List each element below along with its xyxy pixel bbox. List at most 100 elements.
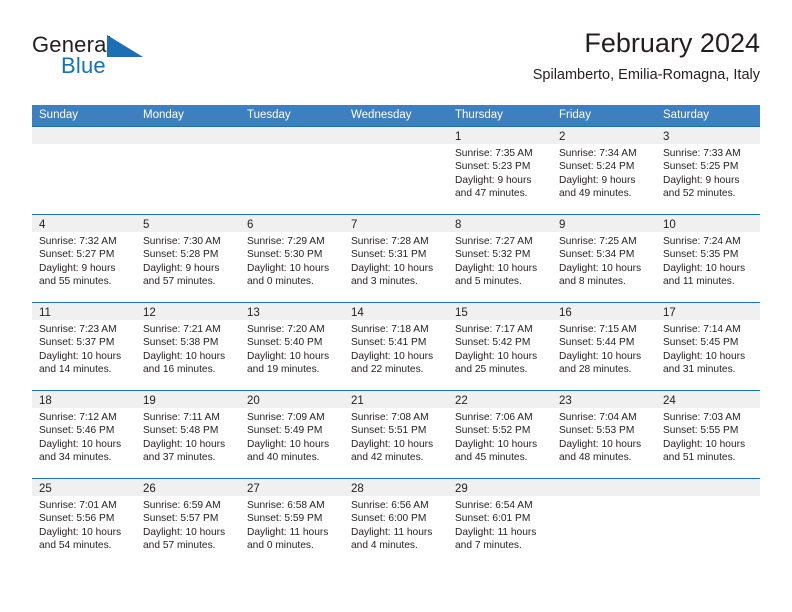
day-number-band: 22 <box>448 391 552 408</box>
day-number-band: 10 <box>656 215 760 232</box>
day-cell[interactable]: 13 Sunrise: 7:20 AM Sunset: 5:40 PM Dayl… <box>240 303 344 390</box>
day-details: Sunrise: 7:32 AM Sunset: 5:27 PM Dayligh… <box>32 232 136 289</box>
sunrise-text: Sunrise: 7:12 AM <box>39 412 117 423</box>
day-details: Sunrise: 6:56 AM Sunset: 6:00 PM Dayligh… <box>344 496 448 553</box>
day-cell[interactable]: 11 Sunrise: 7:23 AM Sunset: 5:37 PM Dayl… <box>32 303 136 390</box>
daylight-text-line2: and 52 minutes. <box>663 188 736 200</box>
day-details: Sunrise: 7:01 AM Sunset: 5:56 PM Dayligh… <box>32 496 136 553</box>
day-cell[interactable]: 1 Sunrise: 7:35 AM Sunset: 5:23 PM Dayli… <box>448 127 552 214</box>
day-number: 17 <box>663 307 676 319</box>
sunset-text: Sunset: 5:59 PM <box>247 513 323 525</box>
day-details: Sunrise: 7:04 AM Sunset: 5:53 PM Dayligh… <box>552 408 656 465</box>
daylight-text-line2: and 54 minutes. <box>39 540 112 552</box>
day-cell[interactable]: 16 Sunrise: 7:15 AM Sunset: 5:44 PM Dayl… <box>552 303 656 390</box>
daylight-text-line2: and 19 minutes. <box>247 364 320 376</box>
daylight-text-line1: Daylight: 10 hours <box>559 262 642 274</box>
daylight-text-line2: and 16 minutes. <box>143 364 216 376</box>
day-cell[interactable]: 19 Sunrise: 7:11 AM Sunset: 5:48 PM Dayl… <box>136 391 240 478</box>
daylight-text-line1: Daylight: 9 hours <box>559 174 636 186</box>
day-cell[interactable]: 6 Sunrise: 7:29 AM Sunset: 5:30 PM Dayli… <box>240 215 344 302</box>
day-number: 29 <box>455 483 468 495</box>
day-cell[interactable]: 29 Sunrise: 6:54 AM Sunset: 6:01 PM Dayl… <box>448 479 552 566</box>
day-number-band: 5 <box>136 215 240 232</box>
day-number: 14 <box>351 307 364 319</box>
day-number-band: 18 <box>32 391 136 408</box>
day-cell[interactable]: 28 Sunrise: 6:56 AM Sunset: 6:00 PM Dayl… <box>344 479 448 566</box>
day-cell[interactable]: 15 Sunrise: 7:17 AM Sunset: 5:42 PM Dayl… <box>448 303 552 390</box>
daylight-text-line2: and 42 minutes. <box>351 452 424 464</box>
sunset-text: Sunset: 5:53 PM <box>559 425 635 437</box>
week-row: 1 Sunrise: 7:35 AM Sunset: 5:23 PM Dayli… <box>32 126 760 214</box>
sunset-text: Sunset: 5:34 PM <box>559 249 635 261</box>
day-details: Sunrise: 6:58 AM Sunset: 5:59 PM Dayligh… <box>240 496 344 553</box>
day-cell[interactable]: 26 Sunrise: 6:59 AM Sunset: 5:57 PM Dayl… <box>136 479 240 566</box>
daylight-text-line2: and 40 minutes. <box>247 452 320 464</box>
daylight-text-line1: Daylight: 10 hours <box>455 438 538 450</box>
day-cell[interactable]: 9 Sunrise: 7:25 AM Sunset: 5:34 PM Dayli… <box>552 215 656 302</box>
day-cell[interactable]: 8 Sunrise: 7:27 AM Sunset: 5:32 PM Dayli… <box>448 215 552 302</box>
daylight-text-line1: Daylight: 10 hours <box>351 350 434 362</box>
daylight-text-line2: and 45 minutes. <box>455 452 528 464</box>
day-cell[interactable] <box>656 479 760 566</box>
day-cell[interactable]: 22 Sunrise: 7:06 AM Sunset: 5:52 PM Dayl… <box>448 391 552 478</box>
daylight-text-line1: Daylight: 10 hours <box>455 262 538 274</box>
weekday-header-sunday: Sunday <box>39 109 79 121</box>
day-cell[interactable]: 3 Sunrise: 7:33 AM Sunset: 5:25 PM Dayli… <box>656 127 760 214</box>
sunrise-text: Sunrise: 7:17 AM <box>455 324 533 335</box>
day-cell[interactable] <box>552 479 656 566</box>
sunset-text: Sunset: 5:31 PM <box>351 249 427 261</box>
day-number-band: 25 <box>32 479 136 496</box>
day-cell[interactable]: 25 Sunrise: 7:01 AM Sunset: 5:56 PM Dayl… <box>32 479 136 566</box>
day-cell[interactable] <box>136 127 240 214</box>
day-details: Sunrise: 6:54 AM Sunset: 6:01 PM Dayligh… <box>448 496 552 553</box>
day-cell[interactable]: 20 Sunrise: 7:09 AM Sunset: 5:49 PM Dayl… <box>240 391 344 478</box>
day-cell[interactable]: 21 Sunrise: 7:08 AM Sunset: 5:51 PM Dayl… <box>344 391 448 478</box>
sunrise-text: Sunrise: 7:01 AM <box>39 500 117 511</box>
day-details: Sunrise: 7:18 AM Sunset: 5:41 PM Dayligh… <box>344 320 448 377</box>
day-cell[interactable]: 14 Sunrise: 7:18 AM Sunset: 5:41 PM Dayl… <box>344 303 448 390</box>
day-cell[interactable] <box>344 127 448 214</box>
day-number-band <box>136 127 240 144</box>
day-cell[interactable]: 27 Sunrise: 6:58 AM Sunset: 5:59 PM Dayl… <box>240 479 344 566</box>
day-cell[interactable]: 5 Sunrise: 7:30 AM Sunset: 5:28 PM Dayli… <box>136 215 240 302</box>
day-cell[interactable] <box>32 127 136 214</box>
day-number: 2 <box>559 131 566 143</box>
day-number-band: 3 <box>656 127 760 144</box>
day-details: Sunrise: 7:20 AM Sunset: 5:40 PM Dayligh… <box>240 320 344 377</box>
sunrise-text: Sunrise: 7:25 AM <box>559 236 637 247</box>
sunrise-text: Sunrise: 7:09 AM <box>247 412 325 423</box>
day-cell[interactable]: 10 Sunrise: 7:24 AM Sunset: 5:35 PM Dayl… <box>656 215 760 302</box>
week-row: 11 Sunrise: 7:23 AM Sunset: 5:37 PM Dayl… <box>32 302 760 390</box>
day-number-band: 9 <box>552 215 656 232</box>
sunrise-text: Sunrise: 7:27 AM <box>455 236 533 247</box>
day-cell[interactable]: 23 Sunrise: 7:04 AM Sunset: 5:53 PM Dayl… <box>552 391 656 478</box>
day-cell[interactable]: 24 Sunrise: 7:03 AM Sunset: 5:55 PM Dayl… <box>656 391 760 478</box>
day-cell[interactable]: 12 Sunrise: 7:21 AM Sunset: 5:38 PM Dayl… <box>136 303 240 390</box>
daylight-text-line2: and 51 minutes. <box>663 452 736 464</box>
logo-text-blue: Blue <box>61 53 106 78</box>
day-cell[interactable]: 17 Sunrise: 7:14 AM Sunset: 5:45 PM Dayl… <box>656 303 760 390</box>
daylight-text-line2: and 25 minutes. <box>455 364 528 376</box>
weekday-header-monday: Monday <box>143 109 184 121</box>
day-cell[interactable] <box>240 127 344 214</box>
daylight-text-line1: Daylight: 11 hours <box>247 526 329 538</box>
day-cell[interactable]: 4 Sunrise: 7:32 AM Sunset: 5:27 PM Dayli… <box>32 215 136 302</box>
day-cell[interactable]: 2 Sunrise: 7:34 AM Sunset: 5:24 PM Dayli… <box>552 127 656 214</box>
daylight-text-line2: and 22 minutes. <box>351 364 424 376</box>
daylight-text-line1: Daylight: 9 hours <box>143 262 220 274</box>
day-cell[interactable]: 7 Sunrise: 7:28 AM Sunset: 5:31 PM Dayli… <box>344 215 448 302</box>
daylight-text-line2: and 0 minutes. <box>247 540 314 552</box>
day-details: Sunrise: 7:06 AM Sunset: 5:52 PM Dayligh… <box>448 408 552 465</box>
daylight-text-line1: Daylight: 11 hours <box>351 526 433 538</box>
day-number: 21 <box>351 395 364 407</box>
page-subtitle: Spilamberto, Emilia-Romagna, Italy <box>532 67 760 83</box>
daylight-text-line1: Daylight: 10 hours <box>351 438 434 450</box>
day-cell[interactable]: 18 Sunrise: 7:12 AM Sunset: 5:46 PM Dayl… <box>32 391 136 478</box>
day-details <box>552 496 656 499</box>
title-block: February 2024 Spilamberto, Emilia-Romagn… <box>533 26 760 86</box>
sunrise-text: Sunrise: 7:23 AM <box>39 324 117 335</box>
sunrise-text: Sunrise: 7:15 AM <box>559 324 637 335</box>
day-number-band: 24 <box>656 391 760 408</box>
daylight-text-line1: Daylight: 9 hours <box>39 262 116 274</box>
daylight-text-line1: Daylight: 10 hours <box>455 350 538 362</box>
